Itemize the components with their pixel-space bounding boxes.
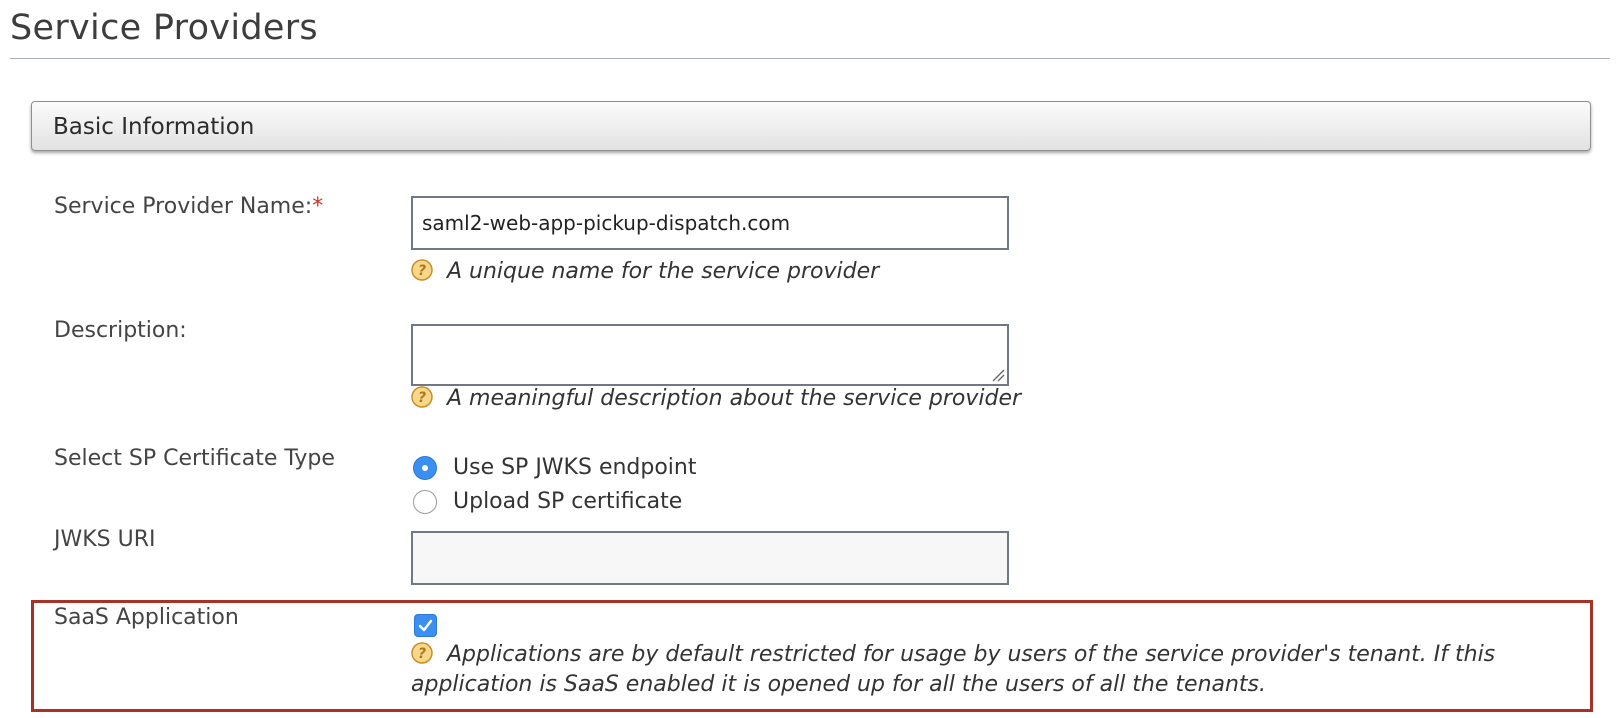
page-title: Service Providers [10, 8, 318, 48]
description-label: Description: [54, 318, 187, 343]
section-title: Basic Information [53, 114, 255, 140]
radio-label: Upload SP certificate [453, 489, 683, 514]
radio-label: Use SP JWKS endpoint [453, 455, 697, 480]
description-hint-text: A meaningful description about the servi… [447, 386, 1022, 411]
jwks-uri-label: JWKS URI [54, 527, 156, 552]
sp-name-hint: ? A unique name for the service provider [411, 259, 879, 284]
service-providers-page: Service Providers Basic Information Serv… [0, 0, 1624, 718]
question-circle-icon: ? [411, 386, 433, 408]
sp-name-label: Service Provider Name:* [54, 194, 323, 219]
svg-text:?: ? [418, 263, 426, 279]
sp-name-input[interactable] [411, 196, 1009, 250]
description-hint: ? A meaningful description about the ser… [411, 386, 1021, 411]
sp-name-hint-text: A unique name for the service provider [447, 259, 880, 284]
jwks-uri-input[interactable] [411, 531, 1009, 585]
checkmark-icon [418, 619, 433, 632]
title-divider [10, 58, 1610, 59]
basic-information-section-header[interactable]: Basic Information [31, 101, 1591, 151]
cert-type-label: Select SP Certificate Type [54, 446, 335, 471]
required-marker: * [312, 194, 324, 219]
svg-text:?: ? [418, 390, 426, 406]
question-circle-icon: ? [411, 642, 433, 664]
saas-hint: ? Applications are by default restricted… [411, 640, 1561, 700]
saas-hint-text: Applications are by default restricted f… [411, 642, 1496, 697]
resize-grip-icon[interactable] [991, 368, 1005, 382]
saas-application-label: SaaS Application [54, 605, 239, 630]
radio-button-unselected[interactable] [413, 489, 437, 514]
radio-button-selected[interactable] [413, 455, 437, 480]
sp-name-label-text: Service Provider Name: [54, 194, 313, 219]
description-textarea[interactable] [411, 324, 1009, 386]
question-circle-icon: ? [411, 259, 433, 281]
svg-text:?: ? [418, 646, 426, 662]
saas-checkbox[interactable] [414, 614, 437, 637]
radio-upload-cert[interactable]: Upload SP certificate [413, 489, 682, 514]
radio-use-jwks[interactable]: Use SP JWKS endpoint [413, 455, 697, 480]
